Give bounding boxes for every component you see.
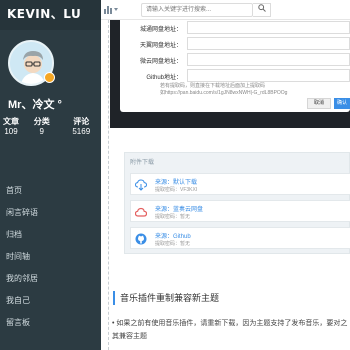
sidebar-item-neighbors[interactable]: 我的邻居 <box>0 268 101 290</box>
sidebar-item-archive[interactable]: 归档 <box>0 224 101 246</box>
download-item-default[interactable]: 来源：默认下载 提取密码：VF3KXI <box>130 173 350 195</box>
stat-categories[interactable]: 分类 9 <box>22 117 62 137</box>
verified-badge-icon <box>44 72 55 83</box>
download-settings-dialog: 城通网盘地址： 天翼网盘地址： 微云网盘地址： Github地址： 若有提取码，… <box>120 20 350 112</box>
ctfile-url-input[interactable] <box>187 21 350 34</box>
download-code: 提取密码：暂无 <box>155 241 191 247</box>
field-ctfile: 城通网盘地址： <box>125 20 350 35</box>
top-bar: 请输入关键字进行搜索... <box>101 0 350 20</box>
download-item-lanzou[interactable]: 来源：蓝奏云网盘 提取密码：暂无 <box>130 200 350 222</box>
confirm-button[interactable]: 确认 <box>334 98 350 109</box>
attachment-title: 附件下载 <box>130 160 155 166</box>
search-icon <box>257 4 266 14</box>
hint-line: 如https://pan.baidu.com/s/1gJN8wxNWH|-G_r… <box>160 90 288 96</box>
field-github: Github地址： <box>125 68 350 83</box>
sidebar-item-guestbook[interactable]: 留言板 <box>0 312 101 334</box>
article-paragraph-cont: 其兼容主题 <box>112 333 147 340</box>
sidebar-item-timeline[interactable]: 时间轴 <box>0 246 101 268</box>
sidebar-item-about[interactable]: 我自己 <box>0 290 101 312</box>
article-heading: 音乐插件重制兼容新主题 <box>113 291 350 305</box>
attachment-download-card: 附件下载 来源：默认下载 提取密码：VF3KXI 来源：蓝奏云网盘 提取密码：暂… <box>124 152 350 254</box>
hint-line: 若有提取码，则直接在下载地址后面加上提取码 <box>160 83 266 89</box>
download-code: 提取密码：VF3KXI <box>155 187 198 193</box>
username: Mr、冷文 ° <box>8 99 62 111</box>
content-divider <box>108 20 109 350</box>
download-source: 来源：默认下载 <box>155 180 198 186</box>
cloud-download-icon <box>134 178 148 191</box>
stat-label: 评论 <box>73 117 90 126</box>
stat-articles[interactable]: 文章 109 <box>0 117 22 137</box>
field-label: 天翼网盘地址： <box>139 43 182 49</box>
user-stats: 文章 109 分类 9 评论 5169 <box>0 117 101 137</box>
sidebar-nav: 首页 闲言碎语 归档 时间轴 我的邻居 我自己 留言板 <box>0 180 101 334</box>
weiyun-url-input[interactable] <box>187 53 350 66</box>
stat-label: 文章 <box>3 117 19 126</box>
search-input[interactable]: 请输入关键字进行搜索... <box>141 3 253 17</box>
field-tianyi: 天翼网盘地址： <box>125 36 350 51</box>
download-source: 来源：蓝奏云网盘 <box>155 207 204 213</box>
download-source: 来源：Github <box>155 234 191 240</box>
cloud-icon <box>134 205 148 217</box>
field-weiyun: 微云网盘地址： <box>125 52 350 67</box>
sidebar-item-home[interactable]: 首页 <box>0 180 101 202</box>
github-url-input[interactable] <box>187 69 350 82</box>
article-body: • 如果之前有使用音乐插件，请重新下载，因为主题支持了发布音乐，要对之 其兼容主… <box>112 317 350 343</box>
extract-code-hint: 若有提取码，则直接在下载地址后面加上提取码 如https://pan.baidu… <box>160 83 287 97</box>
field-label: 微云网盘地址： <box>139 59 182 65</box>
stat-value: 109 <box>4 127 18 136</box>
download-item-github[interactable]: 来源：Github 提取密码：暂无 <box>130 227 350 249</box>
search-button[interactable] <box>253 3 271 17</box>
article-paragraph: • 如果之前有使用音乐插件，请重新下载，因为主题支持了发布音乐，要对之 <box>112 320 348 327</box>
stat-label: 分类 <box>33 117 50 126</box>
stat-value: 9 <box>39 127 44 136</box>
download-code: 提取密码：暂无 <box>155 214 191 220</box>
sidebar-item-chat[interactable]: 闲言碎语 <box>0 202 101 224</box>
field-label: 城通网盘地址： <box>139 27 182 33</box>
sidebar: KEVIN、LU Mr、冷文 ° 文章 109 分类 9 评论 5169 首页 … <box>0 0 101 350</box>
github-icon <box>135 232 147 245</box>
bar-chart-icon[interactable] <box>104 5 118 16</box>
field-label: Github地址： <box>146 75 182 81</box>
stat-value: 5169 <box>72 127 91 136</box>
stat-comments[interactable]: 评论 5169 <box>62 117 102 137</box>
site-logo[interactable]: KEVIN、LU <box>7 5 81 22</box>
cancel-button[interactable]: 取消 <box>307 98 331 109</box>
tianyi-url-input[interactable] <box>187 37 350 50</box>
